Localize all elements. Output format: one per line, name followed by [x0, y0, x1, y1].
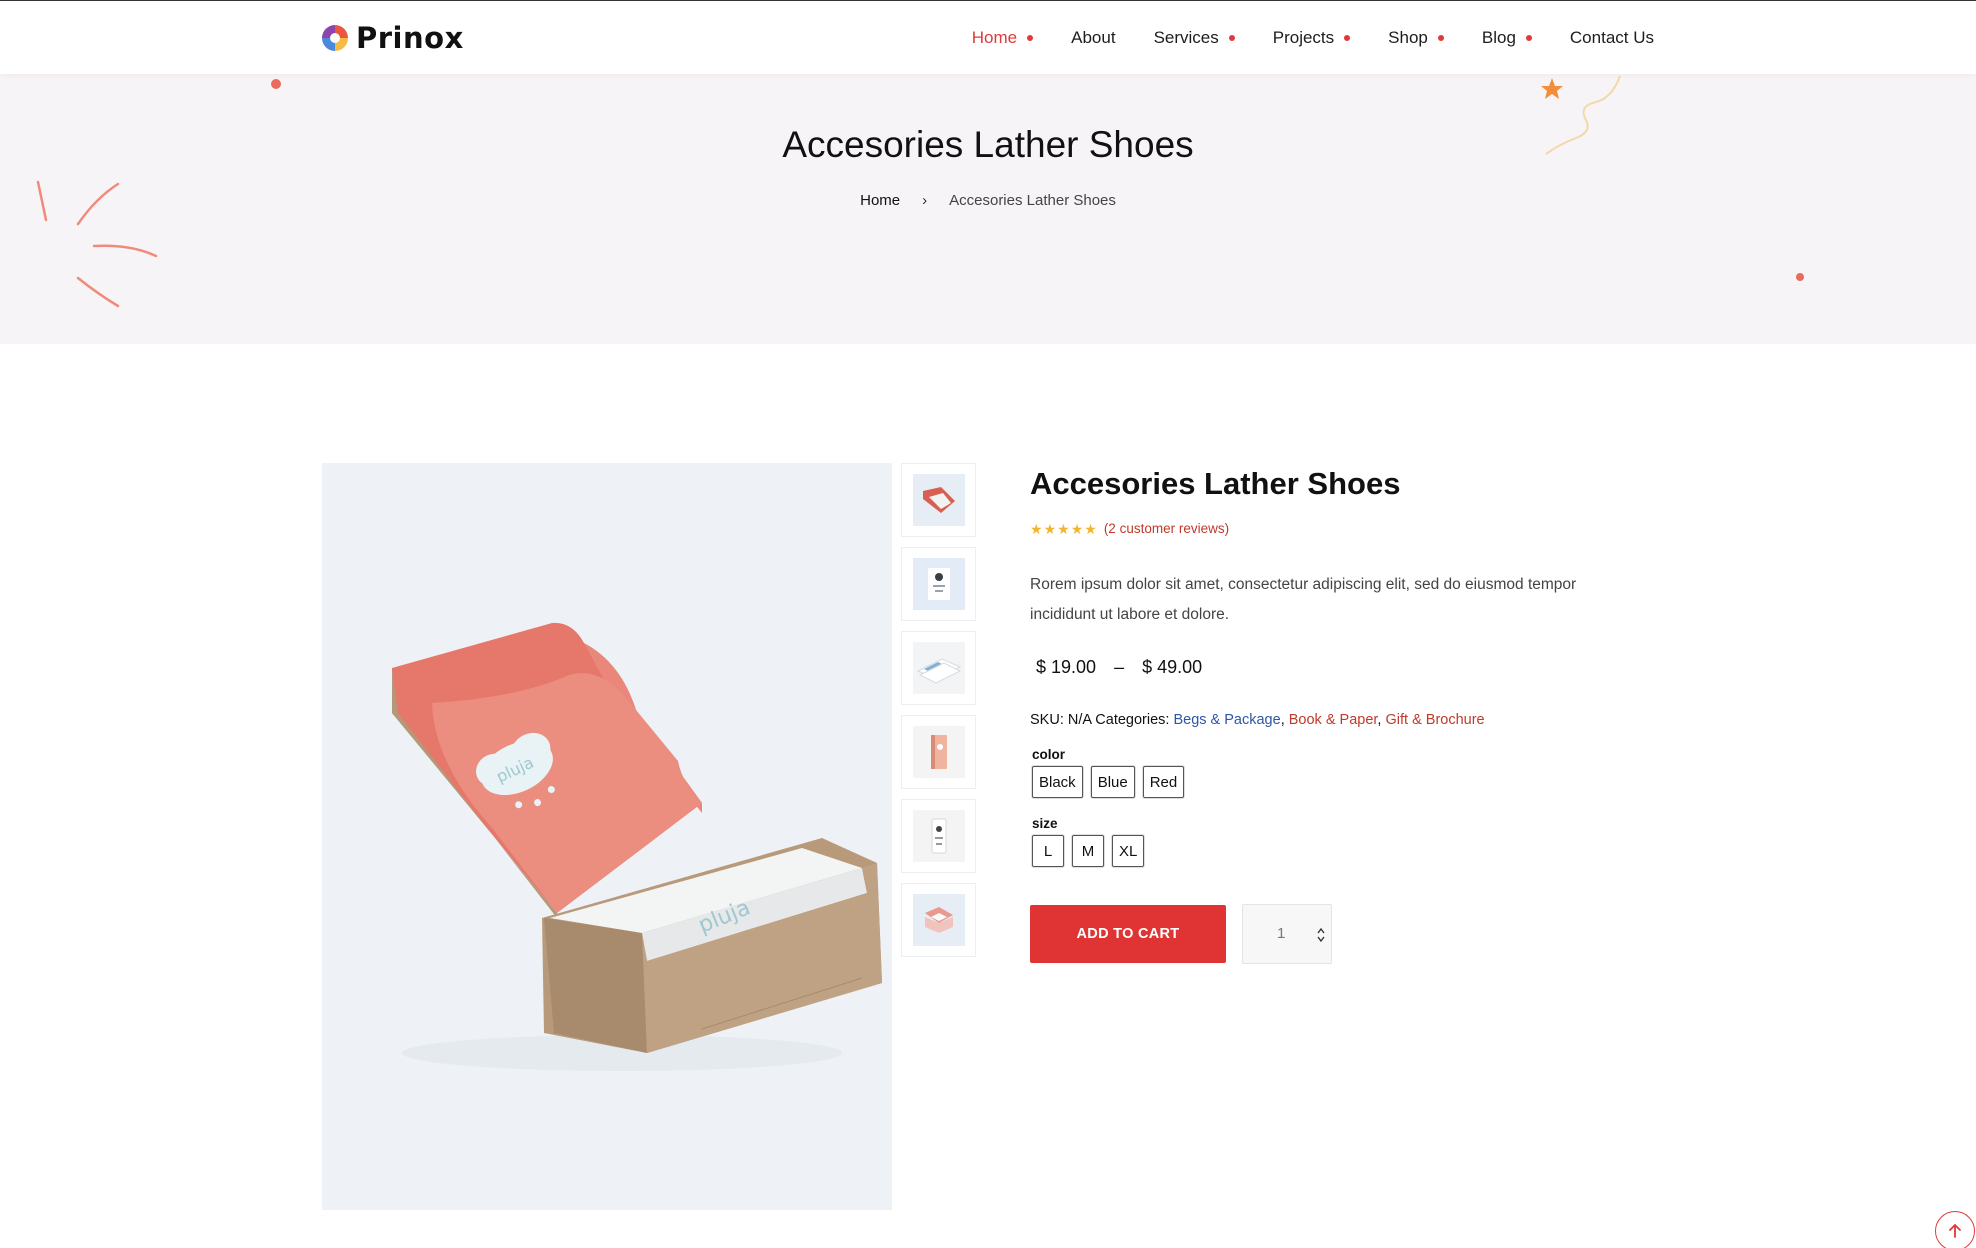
product-title: Accesories Lather Shoes [1030, 466, 1401, 501]
page-title: Accesories Lather Shoes [782, 124, 1194, 165]
price-dash: – [1114, 657, 1125, 677]
nav-label: About [1071, 28, 1116, 47]
add-to-cart-button[interactable]: ADD TO CART [1030, 905, 1226, 963]
product-meta: SKU: N/A Categories: Begs & Package, Boo… [1030, 712, 1485, 728]
thumbnail-5[interactable] [901, 799, 976, 873]
price-range: $ 19.00 – $ 49.00 [1030, 657, 1610, 678]
pink-mailer-box-image: pluja pluja [392, 622, 882, 1071]
thumbnail-6[interactable] [901, 883, 976, 957]
arrow-up-icon [1949, 1223, 1961, 1238]
nav-label: Services [1153, 28, 1219, 47]
star-icon: ★ [1030, 520, 1043, 537]
stacked-cards-thumbnail [912, 642, 965, 694]
dropdown-dot-icon [1344, 35, 1351, 41]
price-min: $ 19.00 [1036, 657, 1097, 677]
cart-row: ADD TO CART 1 [1030, 904, 1610, 964]
page-banner: Accesories Lather Shoes Home › Accesorie… [0, 74, 1976, 344]
dropdown-dot-icon [1027, 35, 1034, 41]
star-rating: ★ ★ ★ ★ ★ [1030, 522, 1097, 536]
product-main-image[interactable]: pluja pluja [322, 463, 892, 1210]
product-summary: Accesories Lather Shoes ★ ★ ★ ★ ★ (2 cus… [1030, 463, 1610, 964]
business-card-thumbnail [912, 558, 965, 610]
thumbnail-list [901, 463, 976, 967]
nav-item-shop[interactable]: Shop [1388, 28, 1444, 48]
nav-label: Home [971, 28, 1018, 47]
pink-book-thumbnail [912, 726, 965, 778]
decor-dot-icon [271, 79, 281, 89]
dropdown-dot-icon [1437, 35, 1444, 41]
nav-label: Contact Us [1569, 28, 1654, 47]
nav-label: Blog [1481, 28, 1516, 47]
sku-value: N/A [1067, 712, 1092, 728]
breadcrumb: Home › Accesories Lather Shoes [0, 192, 1976, 209]
dropdown-dot-icon [1228, 35, 1235, 41]
product-rating: ★ ★ ★ ★ ★ (2 customer reviews) [1030, 521, 1610, 536]
nav-item-about[interactable]: About [1071, 28, 1115, 48]
nav-item-projects[interactable]: Projects [1272, 28, 1351, 48]
nav-item-blog[interactable]: Blog [1482, 28, 1532, 48]
categories-label: Categories: [1095, 712, 1170, 728]
price-max: $ 49.00 [1142, 657, 1203, 677]
decorative-shapes [36, 75, 1804, 308]
nav-item-services[interactable]: Services [1154, 28, 1235, 48]
category-link[interactable]: Gift & Brochure [1385, 712, 1484, 728]
main-nav: Home About Services Projects Shop Blog C… [934, 1, 1654, 75]
thumbnail-2[interactable] [901, 547, 976, 621]
brand-logo[interactable]: Prinox [320, 21, 464, 55]
product-description: Rorem ipsum dolor sit amet, consectetur … [1030, 576, 1577, 623]
site-header: Prinox Home About Services Projects Shop… [0, 0, 1976, 74]
size-options: L M XL [1032, 835, 1610, 867]
brand-name: Prinox [356, 21, 464, 55]
nav-label: Shop [1388, 28, 1428, 47]
decor-dot-icon [1796, 273, 1804, 281]
color-label: color [1032, 747, 1066, 762]
dropdown-dot-icon [1525, 35, 1532, 41]
size-option-m[interactable]: M [1072, 835, 1104, 867]
size-option-l[interactable]: L [1032, 835, 1064, 867]
back-to-top-button[interactable] [1935, 1211, 1975, 1248]
color-option-red[interactable]: Red [1142, 766, 1185, 798]
thumbnail-3[interactable] [901, 631, 976, 705]
breadcrumb-home-link[interactable]: Home [860, 192, 900, 209]
star-icon: ★ [1043, 520, 1057, 537]
star-icon: ★ [1070, 520, 1084, 537]
breadcrumb-current: Accesories Lather Shoes [949, 192, 1116, 209]
reviews-link[interactable]: (2 customer reviews) [1104, 521, 1229, 536]
category-link[interactable]: Begs & Package [1173, 712, 1280, 728]
size-option-xl[interactable]: XL [1112, 835, 1145, 867]
quantity-value: 1 [1277, 925, 1286, 942]
quantity-stepper[interactable]: 1 [1242, 904, 1332, 964]
sku-label: SKU: [1030, 712, 1064, 728]
color-option-black[interactable]: Black [1032, 766, 1083, 798]
color-option-blue[interactable]: Blue [1090, 766, 1135, 798]
logo-icon [322, 25, 348, 51]
white-package-thumbnail [912, 810, 965, 862]
chevron-right-icon: › [922, 192, 928, 209]
thumbnail-1[interactable] [901, 463, 976, 537]
size-label: size [1032, 816, 1058, 831]
decor-star-icon [1541, 78, 1563, 99]
open-box-thumbnail [912, 894, 965, 946]
thumbnail-4[interactable] [901, 715, 976, 789]
pink-box-thumbnail [912, 474, 965, 526]
nav-label: Projects [1272, 28, 1335, 47]
category-link[interactable]: Book & Paper [1289, 712, 1378, 728]
star-icon: ★ [1057, 520, 1070, 537]
star-icon: ★ [1084, 520, 1097, 537]
nav-item-contact[interactable]: Contact Us [1570, 28, 1654, 48]
nav-item-home[interactable]: Home [971, 28, 1034, 48]
color-options: Black Blue Red [1032, 766, 1610, 798]
spinner-icon[interactable] [1315, 927, 1327, 943]
